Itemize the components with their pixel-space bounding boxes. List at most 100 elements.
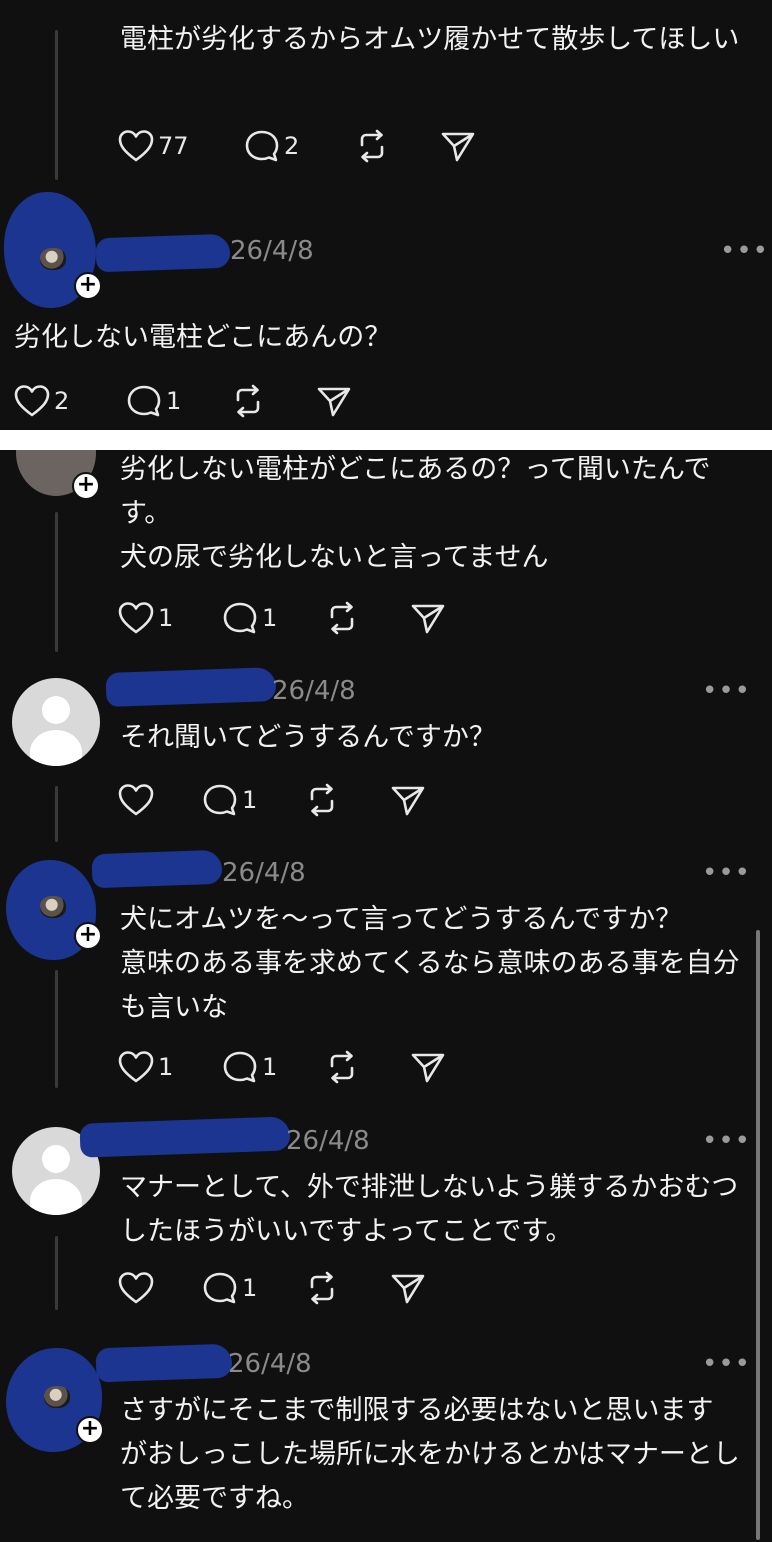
comment-icon [203, 784, 237, 816]
post-text-line1: 犬にオムツを〜って言ってどうするんですか？ [120, 904, 683, 935]
share-button[interactable] [440, 126, 476, 166]
like-button[interactable]: 1 [118, 598, 173, 638]
like-button[interactable]: 2 [14, 381, 69, 421]
comment-icon [223, 1051, 257, 1083]
reply-button[interactable]: 1 [126, 381, 181, 421]
thread-line [55, 786, 58, 842]
more-icon[interactable]: ••• [720, 236, 769, 266]
repost-icon [360, 129, 384, 163]
follow-plus-icon[interactable]: + [76, 1416, 104, 1444]
reply-button[interactable]: 1 [222, 598, 277, 638]
heart-icon [14, 385, 50, 417]
follow-plus-icon[interactable]: + [72, 472, 100, 500]
like-count: 77 [158, 132, 189, 160]
more-icon[interactable]: ••• [702, 676, 751, 706]
username-redacted[interactable] [91, 849, 223, 889]
share-button[interactable] [390, 780, 426, 820]
reply-count: 1 [166, 387, 182, 415]
thread-screenshot-top: 電柱が劣化するからオムツ履かせて散歩してほしい 77 2 + 26/4/8 ••… [0, 0, 772, 430]
repost-button[interactable] [230, 381, 266, 421]
share-button[interactable] [390, 1268, 426, 1308]
username-redacted[interactable] [79, 1116, 291, 1158]
post-text-line1: 劣化しない電柱がどこにあるの？って聞いたんです。 [120, 454, 711, 529]
comment-icon [203, 1272, 237, 1304]
like-button[interactable] [118, 780, 158, 820]
like-count: 2 [54, 387, 70, 415]
share-icon [391, 786, 425, 816]
username-redacted[interactable] [105, 667, 277, 707]
reply-count: 1 [242, 1274, 258, 1302]
repost-button[interactable] [324, 1047, 360, 1087]
thread-line [55, 1236, 58, 1310]
like-button[interactable] [118, 1268, 158, 1308]
avatar-image [40, 896, 66, 918]
share-icon [411, 1053, 445, 1083]
username-redacted[interactable] [95, 233, 231, 273]
reply-button[interactable]: 1 [202, 780, 257, 820]
comment-icon [223, 602, 257, 634]
post-text: それ聞いてどうするんですか？ [120, 722, 496, 753]
reply-button[interactable]: 1 [222, 1047, 277, 1087]
username-redacted[interactable] [95, 1343, 233, 1383]
repost-button[interactable] [324, 598, 360, 638]
repost-icon [310, 783, 334, 817]
post-date: 26/4/8 [230, 236, 314, 266]
thread-screenshot-bottom: + 劣化しない電柱がどこにあるの？って聞いたんです。 犬の尿で劣化しないと言って… [0, 450, 772, 1542]
follow-plus-icon[interactable]: + [74, 272, 102, 300]
reply-button[interactable]: 1 [202, 1268, 257, 1308]
follow-plus-icon[interactable]: + [74, 922, 102, 950]
share-icon [317, 387, 351, 417]
repost-icon [330, 601, 354, 635]
post-text: さすがにそこまで制限する必要はないと思いますがおしっこした場所に水をかけるとかは… [120, 1395, 740, 1514]
heart-icon [118, 1272, 154, 1304]
like-button[interactable]: 1 [118, 1047, 173, 1087]
reply-button[interactable]: 2 [244, 126, 299, 166]
post-actions: 1 [118, 1268, 518, 1308]
more-icon[interactable]: ••• [702, 1349, 751, 1379]
thread-line [55, 970, 58, 1088]
repost-icon [236, 384, 260, 418]
avatar-head [42, 696, 70, 724]
post-actions: 2 1 [14, 381, 414, 421]
like-button[interactable]: 77 [118, 126, 189, 166]
post-text-line2: 犬の尿で劣化しないと言ってません [120, 542, 549, 573]
reply-count: 1 [242, 786, 258, 814]
repost-icon [310, 1271, 334, 1305]
comment-icon [245, 130, 279, 162]
post-date: 26/4/8 [228, 1349, 312, 1379]
repost-button[interactable] [304, 780, 340, 820]
heart-icon [118, 602, 154, 634]
comment-icon [127, 385, 161, 417]
like-count: 1 [158, 604, 174, 632]
post-date: 26/4/8 [286, 1126, 370, 1156]
post-text: 劣化しない電柱どこにあんの？ [14, 322, 392, 353]
share-button[interactable] [410, 598, 446, 638]
thread-line [55, 512, 58, 652]
heart-icon [118, 784, 154, 816]
post-actions: 1 [118, 780, 518, 820]
reply-count: 1 [262, 604, 278, 632]
avatar-body [30, 1179, 82, 1215]
repost-icon [330, 1050, 354, 1084]
share-icon [411, 604, 445, 634]
reply-count: 2 [284, 132, 300, 160]
default-avatar[interactable] [12, 678, 100, 766]
post-date: 26/4/8 [272, 676, 356, 706]
heart-icon [118, 130, 154, 162]
share-icon [391, 1274, 425, 1304]
more-icon[interactable]: ••• [702, 858, 751, 888]
like-count: 1 [158, 1053, 174, 1081]
post-actions: 1 1 [118, 1047, 518, 1087]
share-button[interactable] [410, 1047, 446, 1087]
avatar-image [44, 1386, 70, 1408]
heart-icon [118, 1051, 154, 1083]
reply-count: 1 [262, 1053, 278, 1081]
repost-button[interactable] [304, 1268, 340, 1308]
repost-button[interactable] [354, 126, 390, 166]
share-icon [441, 132, 475, 162]
avatar-body [30, 730, 82, 766]
post-actions: 77 2 [118, 126, 518, 166]
share-button[interactable] [316, 381, 352, 421]
avatar-image [40, 248, 66, 270]
more-icon[interactable]: ••• [702, 1126, 751, 1156]
